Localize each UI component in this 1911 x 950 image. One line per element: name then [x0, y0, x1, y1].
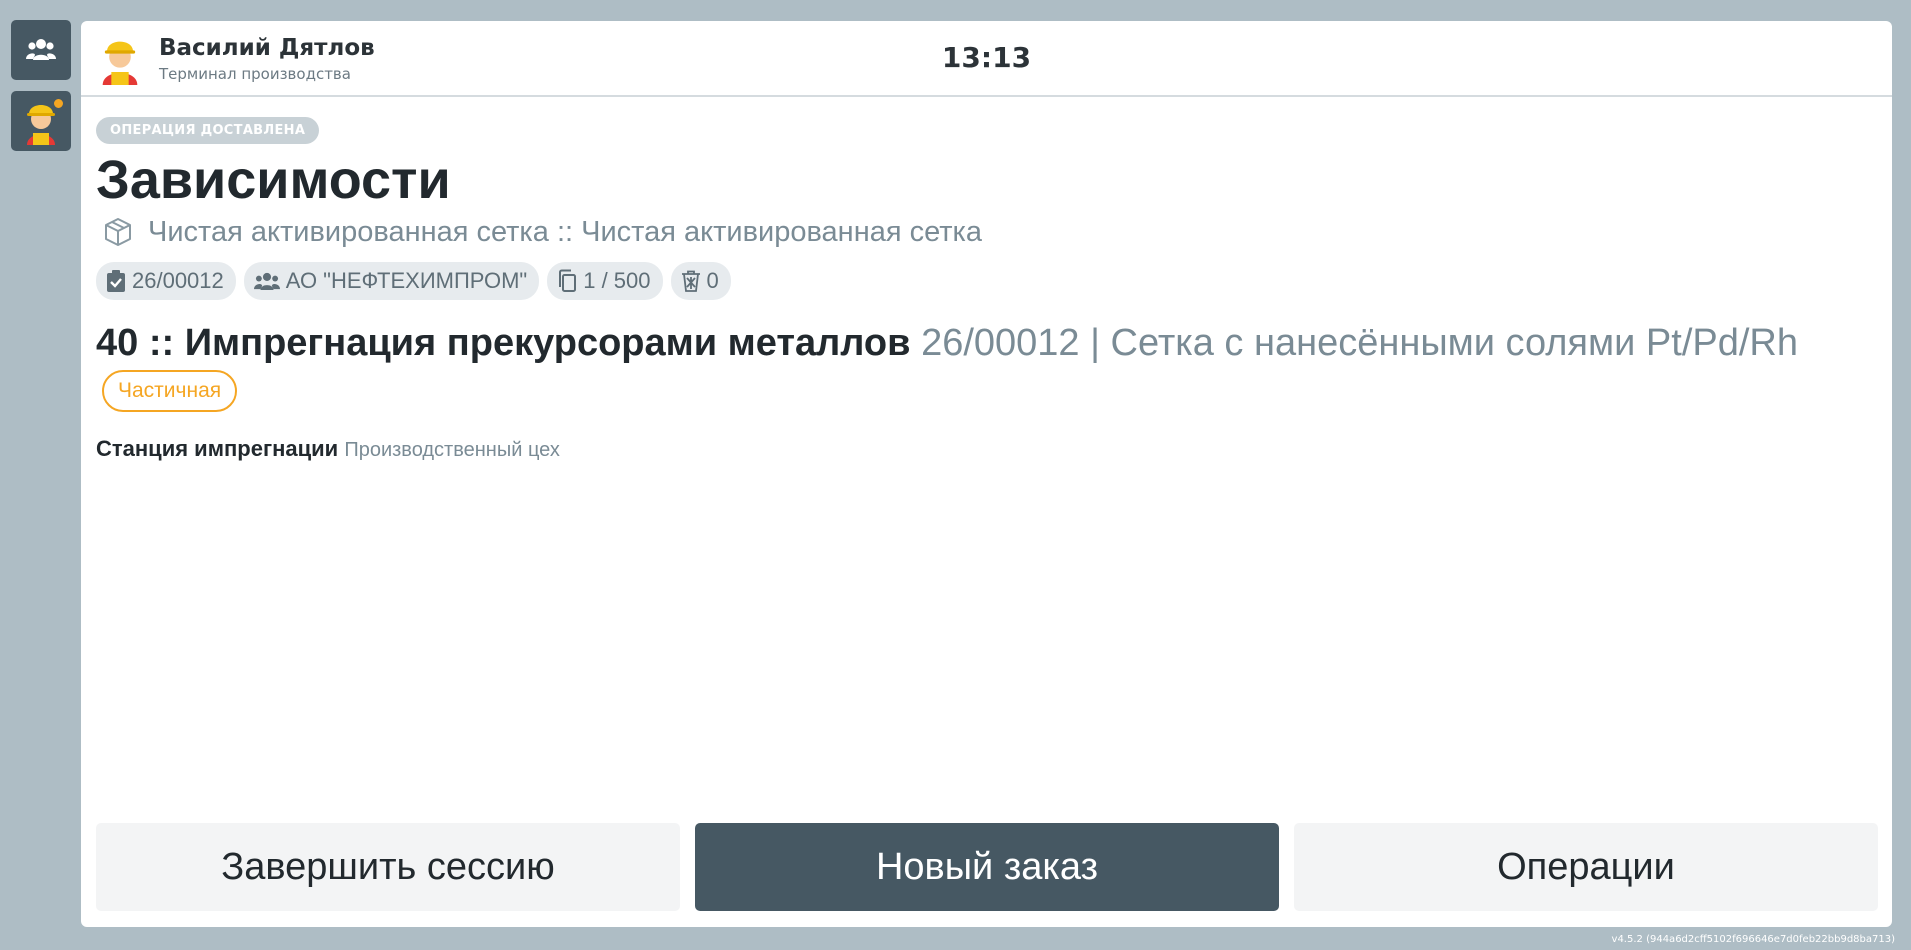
- quantity-chip: 1 / 500: [547, 262, 663, 300]
- users-button[interactable]: [11, 20, 71, 80]
- operation-description: 26/00012 | Сетка с нанесёнными солями Pt…: [921, 322, 1798, 364]
- station-name: Станция импрегнации: [96, 436, 339, 461]
- main-panel: Василий Дятлов Терминал производства 13:…: [81, 21, 1892, 927]
- users-icon: [26, 39, 56, 60]
- action-bar: Завершить сессию Новый заказ Операции: [96, 823, 1878, 911]
- customer-chip: АО "НЕФТЕХИМПРОМ": [243, 262, 540, 300]
- partial-badge: Частичная: [102, 369, 238, 412]
- customer-name: АО "НЕФТЕХИМПРОМ": [285, 268, 528, 293]
- header: Василий Дятлов Терминал производства 13:…: [81, 21, 1892, 97]
- box-icon: [105, 218, 131, 246]
- station-line: Станция импрегнации Производственный цех: [96, 436, 1876, 462]
- order-details: ОПЕРАЦИЯ ДОСТАВЛЕНА Зависимости Чистая а…: [96, 117, 1876, 462]
- status-badge: ОПЕРАЦИЯ ДОСТАВЛЕНА: [96, 117, 320, 144]
- version-label: v4.5.2 (944a6d2cff5102f696646e7d0feb22bb…: [1611, 934, 1895, 945]
- order-chips: 26/00012 АО "НЕФТЕХИМПРОМ" 1 / 500 0: [96, 262, 1876, 300]
- sidebar: [0, 0, 80, 950]
- page-title: Зависимости: [96, 150, 451, 210]
- order-number-chip: 26/00012: [96, 262, 236, 300]
- clock: 13:13: [941, 41, 1032, 74]
- operation-code: 40 :: Импрегнация прекурсорами металлов: [96, 322, 911, 364]
- worker-profile-button[interactable]: [11, 91, 71, 151]
- product-name: Чистая активированная сетка :: Чистая ак…: [148, 215, 983, 248]
- clipboard-check-icon: [107, 270, 125, 292]
- new-order-button[interactable]: Новый заказ: [695, 823, 1279, 911]
- users-icon: [253, 272, 280, 290]
- order-number: 26/00012: [132, 268, 224, 293]
- notification-dot: [52, 97, 65, 110]
- waste-value: 0: [706, 268, 719, 293]
- station-place: Производственный цех: [344, 439, 560, 461]
- product-line: Чистая активированная сетка :: Чистая ак…: [96, 212, 1876, 252]
- copy-icon: [559, 269, 577, 292]
- waste-chip: 0: [670, 262, 731, 300]
- operations-button[interactable]: Операции: [1294, 823, 1878, 911]
- operation-line: 40 :: Импрегнация прекурсорами металлов …: [96, 318, 1856, 418]
- quantity-value: 1 / 500: [583, 268, 651, 293]
- trash-icon: [681, 270, 700, 292]
- end-session-button[interactable]: Завершить сессию: [96, 823, 680, 911]
